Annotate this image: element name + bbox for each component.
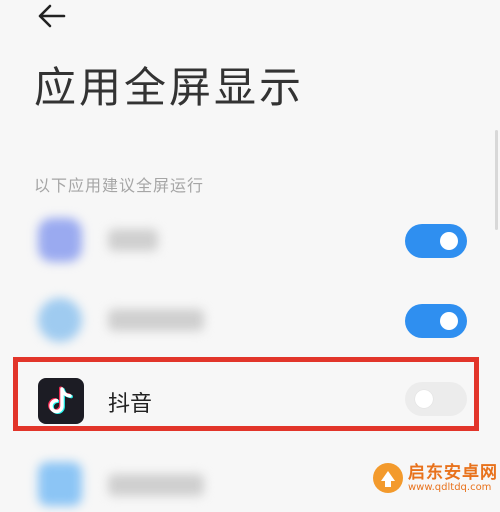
blurred-app-icon xyxy=(38,218,82,262)
app-row[interactable] xyxy=(0,288,500,354)
page-title: 应用全屏显示 xyxy=(34,63,305,112)
watermark: 启东安卓网 www.qdltdq.com xyxy=(372,458,498,498)
fullscreen-toggle[interactable] xyxy=(405,224,467,258)
blurred-app-icon xyxy=(38,298,82,342)
fullscreen-toggle[interactable] xyxy=(405,304,467,338)
section-label: 以下应用建议全屏运行 xyxy=(34,176,205,195)
blurred-app-icon xyxy=(38,462,82,506)
watermark-title: 启东安卓网 xyxy=(408,463,498,483)
highlight-box xyxy=(13,357,479,431)
watermark-url: www.qdltdq.com xyxy=(408,482,492,493)
back-button[interactable] xyxy=(34,0,74,32)
watermark-logo-icon xyxy=(373,463,403,493)
app-name-blurred xyxy=(108,474,204,496)
app-name-blurred xyxy=(108,229,158,251)
app-name-blurred xyxy=(108,309,204,331)
app-row[interactable] xyxy=(0,208,500,274)
arrow-left-icon xyxy=(38,4,66,28)
